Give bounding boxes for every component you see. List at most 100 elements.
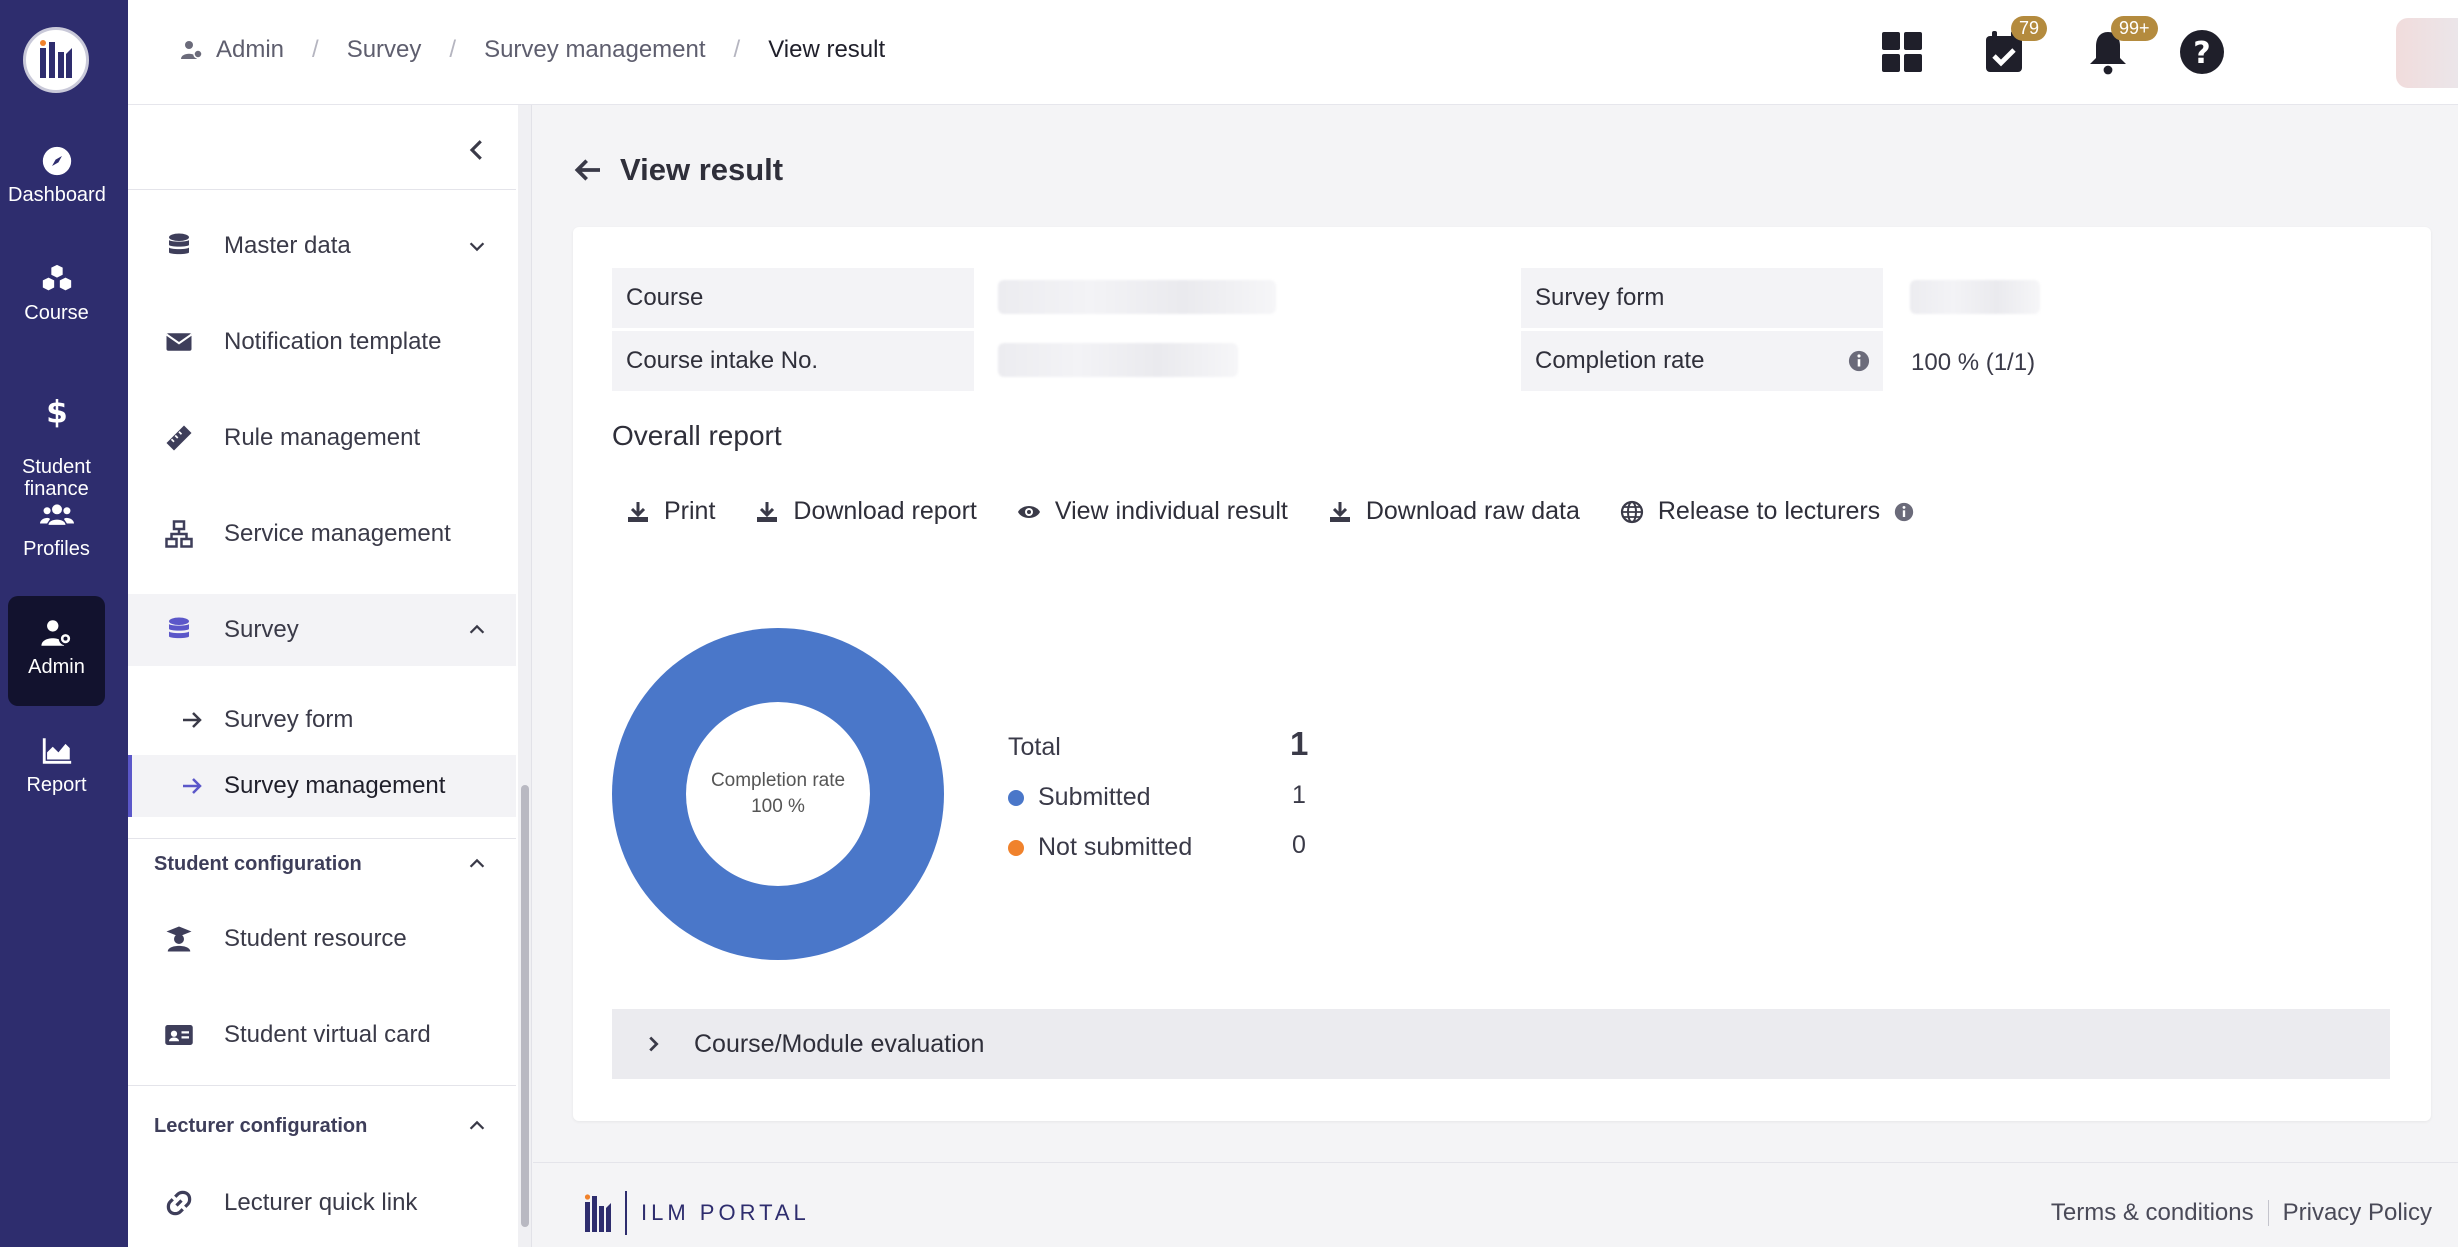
sidebar-item-label: Notification template bbox=[224, 328, 442, 355]
print-button[interactable]: Print bbox=[626, 497, 715, 526]
completion-rate-value: 100 % (1/1) bbox=[1911, 349, 2036, 376]
breadcrumb-admin[interactable]: Admin bbox=[216, 36, 284, 64]
collapse-sidebar-icon[interactable] bbox=[462, 135, 492, 165]
link-icon bbox=[166, 1190, 192, 1216]
compass-icon bbox=[42, 146, 71, 176]
legend-dot-submitted bbox=[1008, 790, 1024, 807]
logo-mark-icon bbox=[40, 40, 72, 78]
sidebar-item-label: Rule management bbox=[224, 424, 421, 451]
footer-separator bbox=[2267, 1200, 2269, 1226]
chevron-up-icon[interactable] bbox=[466, 1115, 488, 1137]
cubes-icon bbox=[42, 264, 71, 291]
release-to-lecturers-button[interactable]: Release to lecturers bbox=[1620, 497, 1914, 526]
donut-center-label: Completion rate 100 % bbox=[678, 768, 878, 820]
sidebar-item-label: Student resource bbox=[224, 925, 407, 952]
section-heading-student-configuration: Student configuration bbox=[154, 853, 362, 875]
rail-student-finance[interactable]: $ Student finance bbox=[8, 352, 105, 500]
legend-submitted-label: Submitted bbox=[1038, 783, 1151, 811]
breadcrumb-separator: / bbox=[449, 36, 457, 63]
rail-dashboard[interactable]: Dashboard bbox=[8, 124, 106, 214]
view-individual-result-button[interactable]: View individual result bbox=[1017, 497, 1288, 526]
footer-brand-text: ILM PORTAL bbox=[641, 1200, 810, 1225]
download-icon bbox=[628, 501, 648, 522]
chart-area-icon bbox=[42, 738, 71, 764]
app-logo[interactable] bbox=[23, 27, 89, 93]
terms-link[interactable]: Terms & conditions bbox=[2051, 1199, 2254, 1227]
download-icon bbox=[1329, 501, 1350, 522]
sidebar-item-student-virtual-card[interactable]: Student virtual card bbox=[128, 999, 516, 1071]
course-label: Course bbox=[612, 268, 974, 328]
rail-report[interactable]: Report bbox=[8, 714, 105, 804]
total-value: 1 bbox=[1290, 725, 1309, 762]
submitted-value: 1 bbox=[1292, 781, 1306, 809]
dollar-icon: $ bbox=[46, 394, 68, 428]
sidebar-subitem-survey-form[interactable]: Survey form bbox=[128, 689, 516, 751]
scrollbar-thumb[interactable] bbox=[521, 785, 529, 1227]
user-gear-icon bbox=[40, 620, 72, 646]
sidebar-item-label: Lecturer quick link bbox=[224, 1189, 418, 1216]
legend-item-submitted[interactable]: Submitted bbox=[1008, 783, 1151, 812]
release-to-lecturers-label: Release to lecturers bbox=[1657, 497, 1881, 525]
report-actions: Print Download report View individual re… bbox=[626, 497, 1954, 526]
help-icon[interactable]: ? bbox=[2178, 28, 2226, 76]
legend-dot-not-submitted bbox=[1008, 840, 1024, 857]
breadcrumb: Admin / Survey / Survey management / Vie… bbox=[180, 36, 885, 64]
sidebar-subitem-survey-management[interactable]: Survey management bbox=[128, 755, 516, 817]
sidebar-item-master-data[interactable]: Master data bbox=[128, 210, 516, 282]
info-icon[interactable] bbox=[1894, 502, 1914, 522]
rail-course[interactable]: Course bbox=[8, 242, 105, 332]
chevron-up-icon[interactable] bbox=[466, 853, 488, 875]
sidebar-scrollbar[interactable] bbox=[518, 105, 531, 1247]
sidebar-item-service-management[interactable]: Service management bbox=[128, 498, 516, 570]
chevron-right-icon bbox=[649, 1036, 659, 1052]
sidebar-item-rule-management[interactable]: Rule management bbox=[128, 402, 516, 474]
sidebar-item-notification-template[interactable]: Notification template bbox=[128, 306, 516, 378]
course-module-evaluation-expander[interactable]: Course/Module evaluation bbox=[612, 1009, 2390, 1079]
id-card-icon bbox=[165, 1025, 193, 1045]
rail-admin[interactable]: Admin bbox=[8, 596, 105, 706]
download-raw-data-button[interactable]: Download raw data bbox=[1328, 497, 1580, 526]
sidebar-item-lecturer-quick-link[interactable]: Lecturer quick link bbox=[128, 1167, 516, 1239]
rail-profiles[interactable]: Profiles bbox=[8, 478, 105, 568]
sidebar-item-label: Survey bbox=[224, 616, 299, 643]
survey-form-label: Survey form bbox=[1521, 268, 1883, 328]
sidebar-item-survey[interactable]: Survey bbox=[128, 594, 516, 666]
user-gear-icon bbox=[181, 41, 203, 59]
divider bbox=[128, 838, 516, 839]
survey-form-value-redacted bbox=[1910, 280, 2040, 314]
top-bar: Admin / Survey / Survey management / Vie… bbox=[128, 0, 2458, 105]
breadcrumb-survey-management[interactable]: Survey management bbox=[484, 36, 705, 64]
download-report-button[interactable]: Download report bbox=[755, 497, 977, 526]
tasks-badge: 79 bbox=[2011, 16, 2048, 41]
globe-icon bbox=[1620, 500, 1643, 523]
footer-brand: ILM PORTAL bbox=[583, 1191, 810, 1235]
course-value-redacted bbox=[998, 280, 1276, 314]
ruler-icon bbox=[166, 425, 192, 451]
user-avatar[interactable] bbox=[2396, 18, 2458, 88]
arrow-right-icon bbox=[183, 778, 202, 794]
rail-course-label: Course bbox=[24, 302, 89, 324]
breadcrumb-survey[interactable]: Survey bbox=[347, 36, 422, 64]
donut-center-title: Completion rate bbox=[710, 770, 846, 791]
divider bbox=[128, 1085, 516, 1086]
sitemap-icon bbox=[165, 520, 193, 548]
breadcrumb-separator: / bbox=[312, 36, 319, 63]
apps-grid-icon[interactable] bbox=[1878, 28, 1926, 76]
rail-admin-label: Admin bbox=[28, 656, 85, 678]
privacy-link[interactable]: Privacy Policy bbox=[2283, 1199, 2432, 1227]
logo-mark-icon bbox=[584, 1194, 611, 1232]
download-icon bbox=[757, 501, 778, 522]
svg-text:$: $ bbox=[46, 394, 68, 428]
completion-rate-label: Completion rate bbox=[1521, 331, 1883, 391]
back-arrow-icon[interactable] bbox=[572, 154, 604, 186]
sidebar-item-student-resource[interactable]: Student resource bbox=[128, 903, 516, 975]
info-icon[interactable] bbox=[1848, 350, 1870, 372]
download-raw-data-label: Download raw data bbox=[1365, 497, 1580, 525]
legend-item-not-submitted[interactable]: Not submitted bbox=[1008, 833, 1192, 862]
envelope-icon bbox=[165, 333, 193, 351]
rail-dashboard-label: Dashboard bbox=[8, 184, 106, 206]
sidebar-item-label: Student virtual card bbox=[224, 1021, 431, 1048]
page-header: View result bbox=[572, 152, 783, 188]
course-intake-value-redacted bbox=[998, 343, 1238, 377]
total-label: Total bbox=[1008, 733, 1061, 761]
